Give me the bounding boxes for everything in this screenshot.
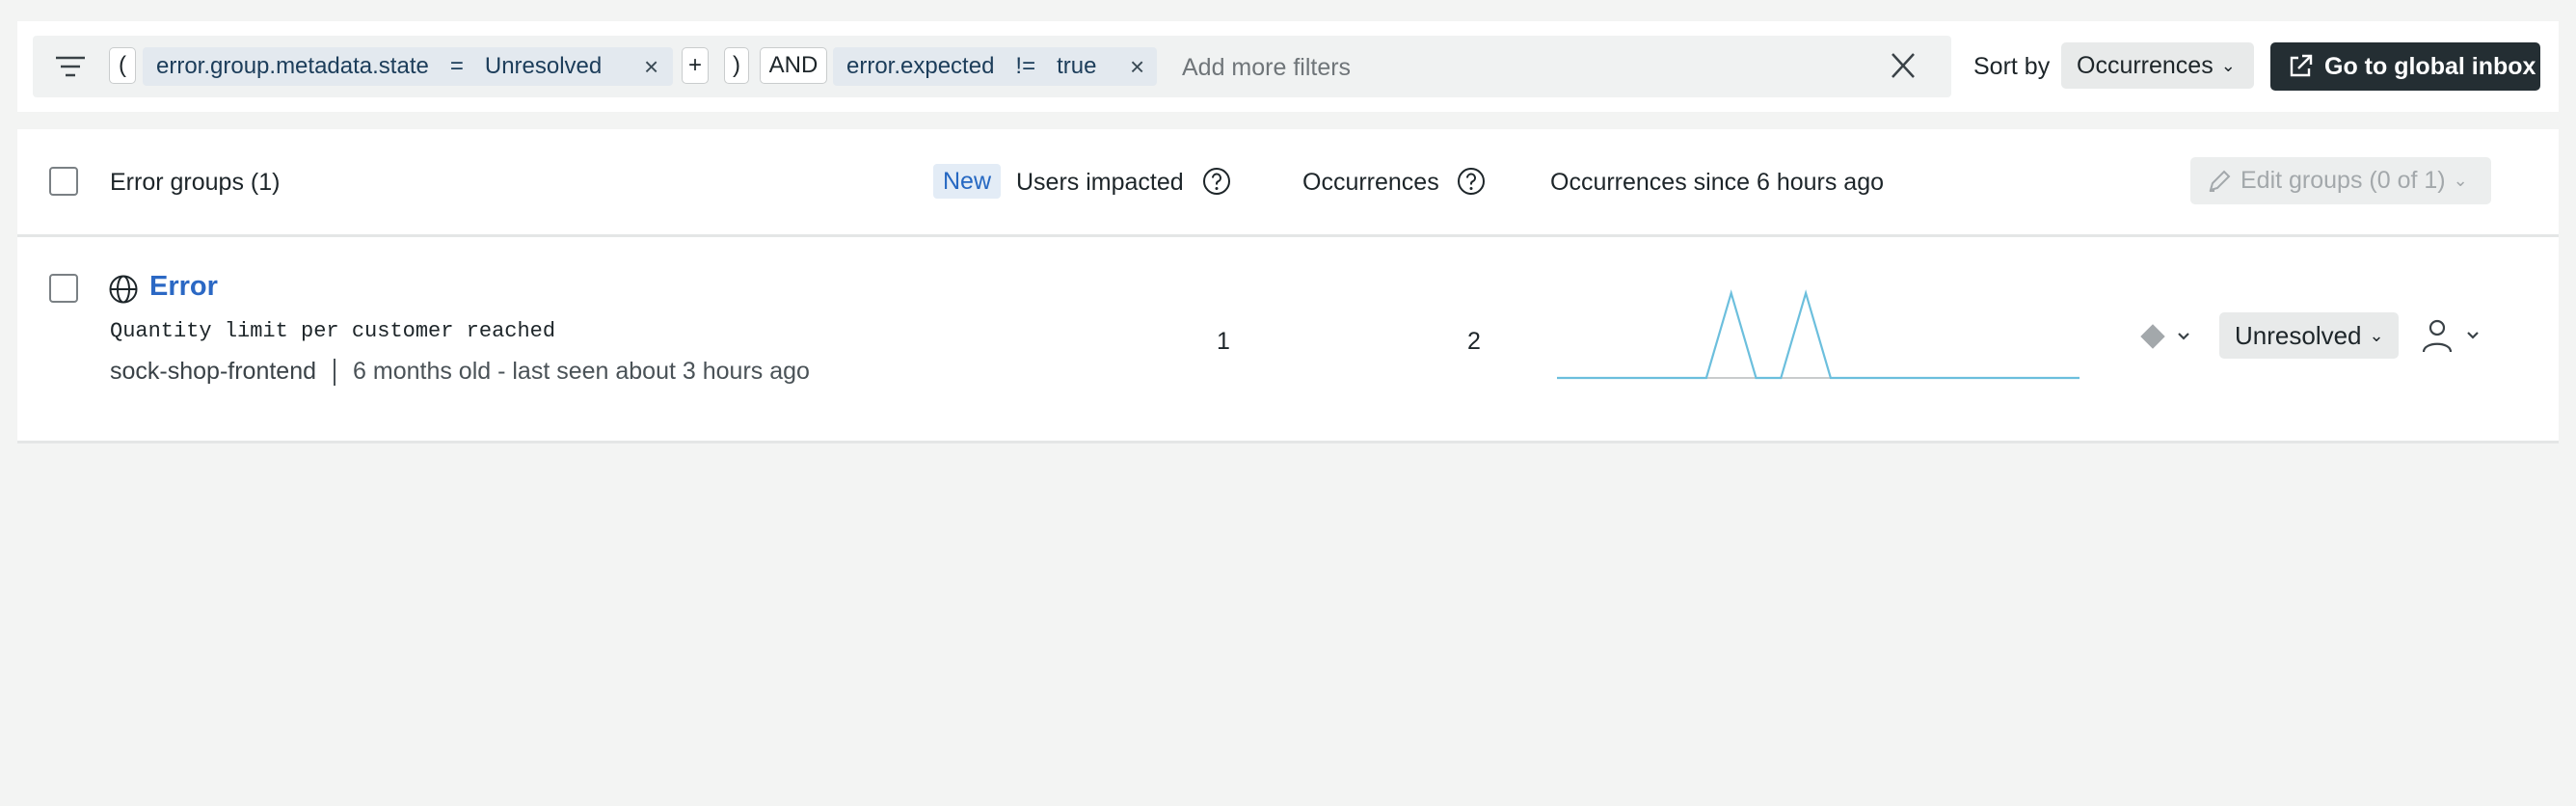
status-value: Unresolved: [2235, 320, 2362, 350]
new-badge: New: [933, 164, 1001, 199]
chevron-down-icon: ⌄: [2220, 55, 2236, 75]
assignee-dropdown[interactable]: [2418, 317, 2487, 356]
status-dropdown[interactable]: Unresolved ⌄: [2219, 312, 2399, 359]
and-connector[interactable]: AND: [760, 47, 827, 84]
chip-remove-icon[interactable]: ×: [644, 52, 658, 82]
help-icon[interactable]: [1201, 166, 1232, 197]
sparkline-line: [1557, 289, 2080, 380]
divider: [334, 358, 336, 386]
clear-filters-icon[interactable]: [1886, 50, 1920, 81]
users-impacted-header[interactable]: Users impacted: [1016, 169, 1184, 197]
chevron-down-icon: ⌄: [2369, 325, 2384, 345]
external-link-icon: [2290, 54, 2313, 77]
row-checkbox[interactable]: [49, 274, 78, 303]
chip-remove-icon[interactable]: ×: [1130, 52, 1144, 82]
help-icon[interactable]: [1456, 166, 1487, 197]
open-paren[interactable]: (: [109, 47, 136, 84]
occurrences-value: 2: [1467, 328, 1481, 355]
chip-field: error.expected: [846, 53, 995, 79]
chip-operator: =: [449, 53, 464, 79]
divider: [17, 234, 2559, 237]
filter-chip-expected[interactable]: error.expected != true ×: [833, 47, 1157, 86]
sort-dropdown[interactable]: Occurrences ⌄: [2061, 42, 2254, 89]
divider: [17, 441, 2559, 443]
filter-chip-state[interactable]: error.group.metadata.state = Unresolved …: [143, 47, 673, 86]
service-name[interactable]: sock-shop-frontend: [110, 358, 316, 386]
chip-value: true: [1057, 53, 1097, 79]
close-paren[interactable]: ): [724, 47, 749, 84]
chevron-down-icon: ⌄: [2453, 171, 2468, 190]
chip-operator: !=: [1015, 53, 1036, 79]
occurrences-sparkline: [1557, 289, 2080, 380]
filter-icon[interactable]: [54, 54, 87, 79]
chip-value: Unresolved: [484, 53, 603, 79]
severity-dropdown[interactable]: [2140, 323, 2198, 352]
error-title-link[interactable]: Error: [149, 271, 218, 303]
pencil-icon: [2209, 170, 2231, 192]
sort-value: Occurrences: [2077, 51, 2214, 79]
users-impacted-value: 1: [1217, 328, 1230, 355]
error-groups-table: [17, 129, 2559, 443]
edit-groups-label: Edit groups (0 of 1): [2241, 167, 2446, 194]
chip-field: error.group.metadata.state: [156, 53, 429, 79]
table-title: Error groups (1): [110, 169, 281, 196]
filter-input[interactable]: [1180, 50, 1859, 85]
go-to-global-inbox-button[interactable]: Go to global inbox: [2270, 42, 2540, 91]
occurrences-header[interactable]: Occurrences: [1302, 169, 1439, 197]
add-group-button[interactable]: +: [682, 47, 709, 84]
global-inbox-label: Go to global inbox: [2324, 52, 2536, 80]
error-message: Quantity limit per customer reached: [110, 319, 556, 343]
occurrences-since-header: Occurrences since 6 hours ago: [1550, 169, 1885, 196]
select-all-checkbox[interactable]: [49, 167, 78, 196]
globe-icon: [109, 275, 138, 304]
error-meta: sock-shop-frontend 6 months old - last s…: [110, 358, 810, 386]
sort-label: Sort by: [1973, 53, 2051, 80]
edit-groups-button[interactable]: Edit groups (0 of 1) ⌄: [2190, 157, 2491, 204]
error-age: 6 months old - last seen about 3 hours a…: [353, 358, 810, 385]
